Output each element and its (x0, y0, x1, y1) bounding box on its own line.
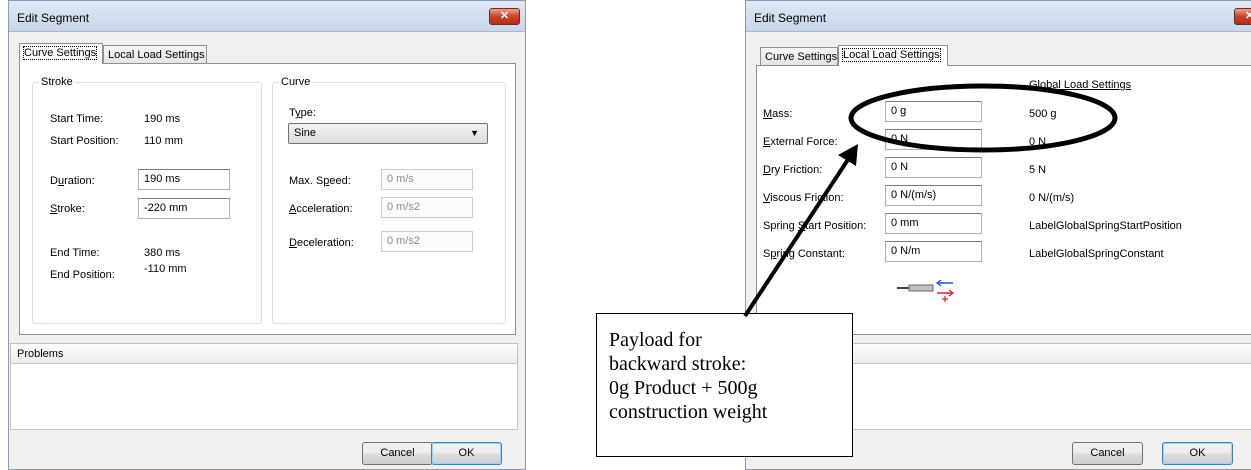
problems-header: Problems (10, 343, 518, 364)
start-position-value: 110 mm (144, 135, 183, 147)
external-force-label: External Force: (763, 136, 838, 148)
callout-line-2: backward stroke: (609, 353, 747, 375)
curve-type-value: Sine (294, 127, 317, 139)
close-icon[interactable]: ✕ (1234, 8, 1251, 25)
ok-button[interactable]: OK (1162, 442, 1233, 465)
curve-group-label: Curve (279, 76, 313, 88)
global-dry-friction: 5 N (1029, 164, 1047, 176)
tab-panel: Stroke Start Time: 190 ms Start Position… (19, 63, 516, 335)
external-force-field[interactable]: 0 N (885, 129, 982, 150)
ok-button[interactable]: OK (431, 442, 502, 465)
payload-callout: Payload for backward stroke: 0g Product … (596, 313, 853, 457)
acceleration-field[interactable]: 0 m/s2 (381, 197, 473, 218)
title-bar: Edit Segment ✕ (9, 1, 525, 32)
callout-line-3: 0g Product + 500g (609, 377, 758, 399)
duration-field[interactable]: 190 ms (138, 169, 230, 190)
global-spring-start-position: LabelGlobalSpringStartPosition (1029, 220, 1182, 232)
spring-constant-label: Spring Constant: (763, 248, 845, 260)
stroke-group: Stroke Start Time: 190 ms Start Position… (32, 76, 262, 324)
global-mass: 500 g (1029, 108, 1057, 120)
global-external-force: 0 N (1029, 136, 1047, 148)
viscous-friction-field[interactable]: 0 N/(m/s) (885, 185, 982, 206)
end-time-label: End Time: (50, 247, 100, 259)
cancel-button[interactable]: Cancel (362, 442, 433, 465)
mass-field[interactable]: 0 g (885, 101, 982, 122)
max-speed-field[interactable]: 0 m/s (381, 169, 473, 190)
max-speed-label: Max. Speed: (289, 175, 351, 187)
curve-group: Curve Type: Sine ▼ Max. Speed: 0 m/s Acc… (272, 76, 506, 324)
end-position-label: End Position: (50, 269, 115, 281)
tab-local-load-settings[interactable]: Local Load Settings (838, 45, 948, 66)
end-position-value: -110 mm (144, 263, 187, 275)
deceleration-label: Deceleration: (289, 237, 354, 249)
tab-curve-settings[interactable]: Curve Settings (760, 47, 838, 66)
close-icon[interactable]: ✕ (489, 8, 520, 25)
dry-friction-field[interactable]: 0 N (885, 157, 982, 178)
start-position-label: Start Position: (50, 135, 119, 147)
acceleration-label: Acceleration: (289, 203, 353, 215)
stroke-field[interactable]: -220 mm (138, 198, 230, 219)
end-time-value: 380 ms (144, 247, 181, 259)
global-load-settings-header: Global Load Settings (1029, 79, 1132, 91)
callout-line-1: Payload for (609, 329, 702, 351)
spring-icon (897, 279, 954, 302)
dry-friction-label: Dry Friction: (763, 164, 823, 176)
dialog-title: Edit Segment (754, 11, 827, 25)
problems-list (10, 364, 518, 430)
callout-line-4: construction weight (609, 401, 768, 423)
tab-local-load-settings[interactable]: Local Load Settings (103, 45, 207, 64)
duration-label: Duration: (50, 175, 95, 187)
global-spring-constant: LabelGlobalSpringConstant (1029, 248, 1164, 260)
title-bar: Edit Segment ✕ (746, 1, 1251, 32)
cancel-button[interactable]: Cancel (1072, 442, 1143, 465)
spring-start-position-field[interactable]: 0 mm (885, 213, 982, 234)
stroke-label: Stroke: (50, 203, 85, 215)
spring-constant-field[interactable]: 0 N/m (885, 241, 982, 262)
start-time-label: Start Time: (50, 113, 104, 125)
curve-type-select[interactable]: Sine ▼ (288, 123, 488, 144)
tab-panel: Global Load Settings Mass: 0 g 500 g Ext… (756, 65, 1251, 335)
dialog-title: Edit Segment (17, 11, 90, 25)
tab-curve-settings[interactable]: Curve Settings (19, 43, 103, 64)
spring-start-position-label: Spring Start Position: (763, 220, 867, 232)
global-viscous-friction: 0 N/(m/s) (1029, 192, 1075, 204)
chevron-down-icon: ▼ (470, 128, 479, 138)
type-label: Type: (289, 107, 316, 119)
edit-segment-dialog-curve: Edit Segment ✕ Curve Settings Local Load… (8, 0, 526, 470)
viscous-friction-label: Viscous Friction: (763, 192, 844, 204)
mass-label: Mass: (763, 108, 793, 120)
start-time-value: 190 ms (144, 113, 181, 125)
deceleration-field[interactable]: 0 m/s2 (381, 231, 473, 252)
stroke-group-label: Stroke (39, 76, 75, 88)
